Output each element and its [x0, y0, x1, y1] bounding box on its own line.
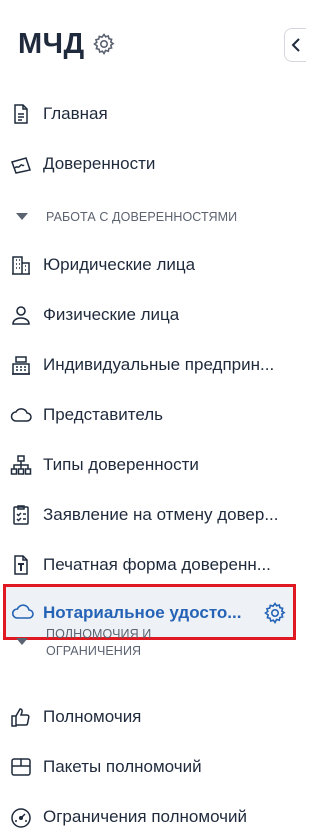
hierarchy-icon [10, 454, 32, 476]
nav-item-individuals[interactable]: Физические лица [0, 292, 302, 338]
nav-item-label: Представитель [43, 405, 164, 424]
nav-item-legal-entities[interactable]: Юридические лица [0, 242, 302, 288]
section-label-line2: ОГРАНИЧЕНИЯ [46, 644, 142, 658]
nav-item-power-restrictions[interactable]: Ограничения полномочий [0, 794, 302, 837]
nav-item-power-packages[interactable]: Пакеты полномочий [0, 744, 302, 790]
nav-item-home[interactable]: Главная [0, 91, 302, 137]
cloud-icon [10, 404, 32, 426]
collapse-sidebar-button[interactable] [284, 28, 306, 62]
nav-item-poa-types[interactable]: Типы доверенности [0, 442, 302, 488]
nav-item-label: Пакеты полномочий [43, 757, 202, 776]
cloud-icon [11, 601, 35, 623]
section-powers-and-restrictions[interactable]: ПОЛНОМОЧИЯ И ОГРАНИЧЕНИЯ [0, 626, 302, 662]
gear-icon[interactable] [263, 601, 287, 625]
print-form-icon [10, 554, 32, 576]
package-icon [10, 756, 32, 778]
nav-item-label: Заявление на отмену довер... [43, 505, 279, 524]
section-work-with-poa[interactable]: РАБОТА С ДОВЕРЕННОСТЯМИ [0, 207, 302, 231]
nav-item-label: Печатная форма доверенн... [43, 555, 271, 574]
section-label: РАБОТА С ДОВЕРЕННОСТЯМИ [46, 210, 238, 224]
nav-item-label: Юридические лица [43, 255, 196, 274]
nav-item-label: Физические лица [43, 305, 180, 324]
nav-item-revocation-request[interactable]: Заявление на отмену довер... [0, 492, 302, 538]
caret-down-icon [16, 213, 28, 220]
caret-down-icon [16, 638, 28, 645]
nav-item-powers-of-attorney[interactable]: Доверенности [0, 141, 302, 187]
checklist-icon [10, 504, 32, 526]
nav-item-label: Нотариальное удосто... [43, 603, 242, 622]
sidebar: МЧД Главная Доверенности РАБОТА С ДОВЕРЕ… [0, 0, 306, 837]
nav-item-label: Типы доверенности [43, 455, 199, 474]
cash-register-icon [10, 354, 32, 376]
nav-item-label: Доверенности [43, 154, 156, 173]
nav-item-sole-proprietors[interactable]: Индивидуальные предприн... [0, 342, 302, 388]
thumbs-up-icon [10, 706, 32, 728]
gauge-icon [10, 806, 32, 828]
nav-item-powers[interactable]: Полномочия [0, 694, 302, 740]
document-icon [10, 103, 32, 125]
sidebar-header: МЧД [0, 0, 306, 90]
nav-item-label: Полномочия [43, 707, 142, 726]
signed-document-icon [10, 153, 32, 175]
person-icon [10, 304, 32, 326]
nav-item-label: Индивидуальные предприн... [43, 355, 275, 374]
nav-item-label: Главная [43, 104, 108, 123]
nav-item-label: Ограничения полномочий [43, 807, 248, 826]
gear-icon[interactable] [92, 32, 116, 56]
section-label-line1: ПОЛНОМОЧИЯ И [46, 627, 152, 641]
nav-item-representative[interactable]: Представитель [0, 392, 302, 438]
building-icon [10, 254, 32, 276]
app-title: МЧД [18, 28, 85, 60]
nav-item-print-form[interactable]: Печатная форма доверенн... [0, 542, 302, 588]
